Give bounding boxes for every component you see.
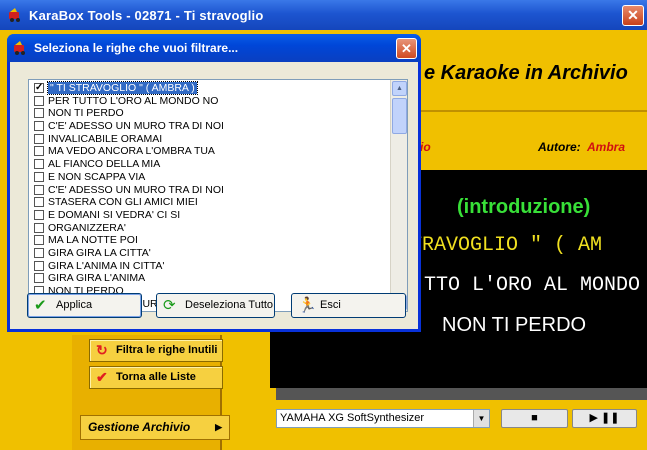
arrow-right-icon: ▶ [215, 422, 222, 432]
author-value: Ambra [587, 140, 626, 154]
apply-label: Applica [56, 299, 93, 311]
checkbox[interactable] [34, 121, 44, 132]
list-item[interactable]: MA LA NOTTE POI [32, 234, 388, 247]
karabox-icon [14, 41, 25, 55]
checkbox[interactable] [34, 247, 44, 258]
list-item-label: STASERA CON GLI AMICI MIEI [48, 196, 198, 209]
list-item-label: C'E' ADESSO UN MURO TRA DI NOI [48, 183, 224, 196]
deselect-all-button[interactable]: ⟳ Deseleziona Tutto [156, 293, 275, 318]
dialog-titlebar[interactable]: Seleziona le righe che vuoi filtrare... … [7, 34, 421, 62]
checkbox[interactable] [34, 197, 44, 208]
list-item-label: E DOMANI SI VEDRA' CI SI [48, 208, 181, 221]
refresh-icon: ⟳ [163, 297, 176, 314]
midi-port-label: Uscita Porta MIDI [336, 433, 419, 444]
refresh-arrow-icon: ↻ [96, 342, 108, 358]
list-item-label: AL FIANCO DELLA MIA [48, 158, 161, 171]
karabox-icon [9, 8, 20, 22]
exit-label: Esci [320, 299, 341, 311]
list-item-label: ORGANIZZERA' [48, 221, 126, 234]
stop-button[interactable]: ■ [501, 409, 568, 428]
checkbox[interactable] [34, 235, 44, 246]
list-item[interactable]: C'E' ADESSO UN MURO TRA DI NOI [32, 184, 388, 197]
list-item[interactable]: ORGANIZZERA' [32, 222, 388, 235]
exit-button[interactable]: 🏃 Esci [291, 293, 406, 318]
list-item[interactable]: NON TI PERDO [32, 107, 388, 120]
checkbox[interactable] [34, 222, 44, 233]
list-item[interactable]: C'E' ADESSO UN MURO TRA DI NOI [32, 120, 388, 133]
list-item[interactable]: PER TUTTO L'ORO AL MONDO NO [32, 95, 388, 108]
stop-label: STOP [520, 433, 548, 444]
lyric-intro: (introduzione) [457, 196, 591, 218]
list-item-label: GIRA GIRA L'ANIMA [48, 272, 146, 285]
deselect-all-label: Deseleziona Tutto [185, 299, 274, 311]
archive-management-label: Gestione Archivio [88, 420, 191, 434]
apply-button[interactable]: ✔ Applica [27, 293, 142, 318]
scroll-up-button[interactable]: ▲ [392, 81, 407, 96]
lines-checklist-items: ✓ " TI STRAVOGLIO " ( AMBRA ) PER TUTTO L'… [32, 81, 388, 310]
checkbox[interactable] [34, 159, 44, 170]
back-to-lists-button[interactable]: ✔ Torna alle Liste [89, 366, 223, 389]
song-info-strip: io Autore: Ambra [420, 110, 647, 170]
list-scrollbar[interactable]: ▲ ▼ [390, 80, 407, 311]
lines-checklist[interactable]: ✓ " TI STRAVOGLIO " ( AMBRA ) PER TUTTO L'… [28, 79, 408, 312]
checkbox[interactable] [34, 95, 44, 106]
list-item[interactable]: STASERA CON GLI AMICI MIEI [32, 196, 388, 209]
checkbox[interactable] [34, 184, 44, 195]
list-item-label: NON TI PERDO [48, 107, 124, 120]
list-item-label: GIRA L'ANIMA IN CITTA' [48, 259, 165, 272]
list-item[interactable]: MA VEDO ANCORA L'OMBRA TUA [32, 145, 388, 158]
list-item-label: " TI STRAVOGLIO " ( AMBRA ) [47, 81, 198, 95]
song-title-value: io [420, 140, 431, 154]
running-man-icon: 🏃 [298, 297, 317, 314]
list-item[interactable]: E DOMANI SI VEDRA' CI SI [32, 209, 388, 222]
lyric-title-line: TRAVOGLIO " ( AM [410, 234, 603, 257]
list-item-label: INVALICABILE ORAMAI [48, 132, 163, 145]
checkmark-icon: ✔ [34, 297, 47, 314]
checkbox[interactable] [34, 133, 44, 144]
filter-lines-dialog: Seleziona le righe che vuoi filtrare... … [7, 34, 421, 332]
checkbox[interactable] [34, 260, 44, 271]
back-to-lists-label: Torna alle Liste [116, 371, 196, 383]
play-pause-label: PLAY/PAUSE [570, 433, 633, 444]
checkbox[interactable] [34, 171, 44, 182]
list-item-label: MA VEDO ANCORA L'OMBRA TUA [48, 145, 215, 158]
main-window-title: KaraBox Tools - 02871 - Ti stravoglio [29, 7, 264, 23]
chevron-down-icon[interactable]: ▼ [473, 410, 489, 427]
playback-progress-bar[interactable] [276, 388, 647, 400]
header-banner: e Karaoke in Archivio [420, 30, 647, 110]
lyric-line: NON TI PERDO [442, 314, 587, 336]
dialog-title: Seleziona le righe che vuoi filtrare... [34, 41, 239, 55]
play-pause-button[interactable]: ▶ ❚❚ [572, 409, 637, 428]
main-titlebar[interactable]: KaraBox Tools - 02871 - Ti stravoglio ✕ [0, 0, 647, 30]
list-item[interactable]: INVALICABILE ORAMAI [32, 133, 388, 146]
list-item-label: GIRA GIRA LA CITTA' [48, 246, 151, 259]
list-item[interactable]: GIRA GIRA LA CITTA' [32, 247, 388, 260]
midi-port-select[interactable]: YAMAHA XG SoftSynthesizer ▼ [276, 409, 490, 428]
list-item-label: C'E' ADESSO UN MURO TRA DI NOI [48, 120, 224, 133]
list-item-label: PER TUTTO L'ORO AL MONDO NO [48, 94, 219, 107]
list-item-label: E NON SCAPPA VIA [48, 170, 146, 183]
filter-lines-label: Filtra le righe Inutili [116, 344, 218, 356]
author-label: Autore: [538, 140, 581, 154]
main-close-button[interactable]: ✕ [622, 5, 644, 26]
checkbox[interactable] [34, 209, 44, 220]
list-item[interactable]: GIRA GIRA L'ANIMA [32, 272, 388, 285]
checkbox[interactable] [34, 273, 44, 284]
checkmark-icon: ✔ [96, 369, 108, 385]
lyric-line: TTO L'ORO AL MONDO [424, 274, 641, 297]
checkbox[interactable] [34, 108, 44, 119]
list-item-label: MA LA NOTTE POI [48, 234, 138, 247]
checkbox[interactable]: ✓ [34, 83, 44, 93]
dialog-close-button[interactable]: ✕ [396, 38, 417, 59]
checkbox[interactable] [34, 146, 44, 157]
list-item[interactable]: AL FIANCO DELLA MIA [32, 158, 388, 171]
midi-port-value: YAMAHA XG SoftSynthesizer [280, 412, 425, 424]
filter-lines-button[interactable]: ↻ Filtra le righe Inutili [89, 339, 223, 362]
list-item[interactable]: E NON SCAPPA VIA [32, 171, 388, 184]
archive-management-button[interactable]: Gestione Archivio ▶ [80, 415, 230, 440]
list-item[interactable]: GIRA L'ANIMA IN CITTA' [32, 260, 388, 273]
scroll-thumb[interactable] [392, 98, 407, 134]
list-item[interactable]: ✓ " TI STRAVOGLIO " ( AMBRA ) [32, 81, 388, 95]
